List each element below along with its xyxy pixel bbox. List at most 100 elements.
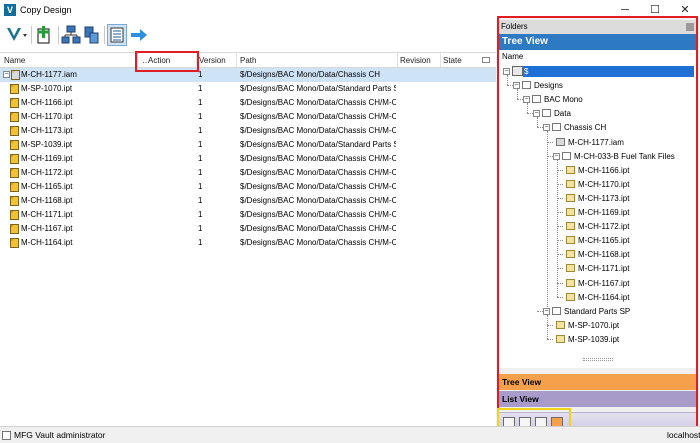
status-user: MFG Vault administrator [14,430,106,440]
part-file-icon [10,126,19,136]
table-row[interactable]: M-CH-1167.ipt 1 $/Designs/BAC Mono/Data/Ch… [0,222,496,236]
status-server: localhost [667,430,700,440]
row-path: $/Designs/BAC Mono/Data/Chassis CH/M-C..… [240,196,396,205]
row-path: $/Designs/BAC Mono/Data/Chassis CH/M-C..… [240,98,396,107]
row-version: 1 [198,154,203,163]
table-row[interactable]: M-CH-1168.ipt 1 $/Designs/BAC Mono/Data/Ch… [0,194,496,208]
part-file-icon [10,140,19,150]
table-row[interactable]: M-CH-1164.ipt 1 $/Designs/BAC Mono/Data/Ch… [0,236,496,250]
row-name: M-CH-1173.ipt [21,126,73,135]
row-path: $/Designs/BAC Mono/Data/Standard Parts S… [240,84,396,93]
vault-menu-icon [7,28,27,41]
copy-design-grid: Name … Action Version Path Revision Stat… [0,52,496,426]
row-name: M-CH-1167.ipt [21,224,73,233]
row-path: $/Designs/BAC Mono/Data/Chassis CH/M-C..… [240,168,396,177]
row-name: M-CH-1165.ipt [21,182,73,191]
table-row[interactable]: − M-CH-1177.iam 1 $/Designs/BAC Mono/Data/C… [0,68,496,82]
tree-icon [61,25,81,44]
app-logo-icon: V [4,4,16,16]
table-row[interactable]: M-CH-1170.ipt 1 $/Designs/BAC Mono/Data/Ch… [0,110,496,124]
toolbar [0,20,496,52]
row-name: M-CH-1166.ipt [21,98,73,107]
row-path: $/Designs/BAC Mono/Data/Chassis CH/M-C..… [240,182,396,191]
part-file-icon [10,98,19,108]
grid-header: Name … Action Version Path Revision Stat… [0,53,496,68]
part-file-icon [10,168,19,178]
column-version[interactable]: Version [199,56,226,65]
part-file-icon [10,238,19,248]
row-name: M-CH-1171.ipt [21,210,73,219]
table-row[interactable]: M-CH-1169.ipt 1 $/Designs/BAC Mono/Data/Ch… [0,152,496,166]
row-name: M-CH-1168.ipt [21,196,73,205]
folders-panel-highlight [497,16,698,430]
part-file-icon [10,210,19,220]
column-separator[interactable] [397,53,398,67]
row-version: 1 [198,126,203,135]
table-row[interactable]: M-CH-1165.ipt 1 $/Designs/BAC Mono/Data/Ch… [0,180,496,194]
row-path: $/Designs/BAC Mono/Data/Chassis CH [240,70,381,79]
column-name[interactable]: Name [4,56,25,65]
row-version: 1 [198,112,203,121]
table-row[interactable]: M-CH-1171.ipt 1 $/Designs/BAC Mono/Data/Ch… [0,208,496,222]
table-row[interactable]: M-SP-1070.ipt 1 $/Designs/BAC Mono/Data/St… [0,82,496,96]
part-file-icon [10,112,19,122]
tree-button[interactable] [61,24,81,46]
row-version: 1 [198,224,203,233]
window-title: Copy Design [20,5,72,15]
row-path: $/Designs/BAC Mono/Data/Chassis CH/M-C..… [240,224,396,233]
row-path: $/Designs/BAC Mono/Data/Chassis CH/M-C..… [240,126,396,135]
row-version: 1 [198,70,203,79]
vault-menu-button[interactable] [4,24,28,46]
status-icon [2,431,11,440]
row-version: 1 [198,84,203,93]
row-path: $/Designs/BAC Mono/Data/Chassis CH/M-C..… [240,112,396,121]
table-row[interactable]: M-CH-1172.ipt 1 $/Designs/BAC Mono/Data/Ch… [0,166,496,180]
table-row[interactable]: M-CH-1166.ipt 1 $/Designs/BAC Mono/Data/Ch… [0,96,496,110]
toolbar-separator [58,26,59,44]
row-name: M-CH-1177.iam [21,70,77,79]
column-separator[interactable] [236,53,237,67]
copy-icon [84,26,99,44]
part-file-icon [10,182,19,192]
part-file-icon [10,154,19,164]
row-name: M-CH-1169.ipt [21,154,73,163]
row-version: 1 [198,140,203,149]
collapse-icon[interactable]: − [3,71,10,78]
row-path: $/Designs/BAC Mono/Data/Chassis CH/M-C..… [240,210,396,219]
row-path: $/Designs/BAC Mono/Data/Standard Parts S… [240,140,396,149]
copy-button[interactable] [83,24,101,46]
row-version: 1 [198,182,203,191]
column-path[interactable]: Path [240,56,256,65]
row-path: $/Designs/BAC Mono/Data/Chassis CH/M-C..… [240,154,396,163]
row-version: 1 [198,238,203,247]
status-bar: MFG Vault administrator localhost [0,426,700,443]
row-path: $/Designs/BAC Mono/Data/Chassis CH/M-C..… [240,238,396,247]
row-name: M-CH-1172.ipt [21,168,73,177]
column-separator[interactable] [440,53,441,67]
action-column-highlight [135,51,199,72]
add-button[interactable] [34,24,54,46]
row-version: 1 [198,168,203,177]
column-state[interactable]: State [443,56,462,65]
row-version: 1 [198,196,203,205]
grid-view-button[interactable] [107,24,127,46]
assembly-file-icon [11,70,20,80]
part-file-icon [10,196,19,206]
part-file-icon [10,224,19,234]
next-arrow-icon [131,29,147,41]
table-row[interactable]: M-SP-1039.ipt 1 $/Designs/BAC Mono/Data/St… [0,138,496,152]
grid-icon [110,27,124,43]
column-chooser-icon[interactable] [482,57,490,63]
part-file-icon [10,84,19,94]
row-name: M-SP-1070.ipt [21,84,73,93]
next-button[interactable] [129,24,149,46]
row-name: M-CH-1170.ipt [21,112,73,121]
row-version: 1 [198,98,203,107]
row-name: M-SP-1039.ipt [21,140,73,149]
toolbar-separator [104,26,105,44]
table-row[interactable]: M-CH-1173.ipt 1 $/Designs/BAC Mono/Data/Ch… [0,124,496,138]
toolbar-separator [31,26,32,44]
add-icon [37,26,50,44]
row-version: 1 [198,210,203,219]
column-revision[interactable]: Revision [400,56,431,65]
